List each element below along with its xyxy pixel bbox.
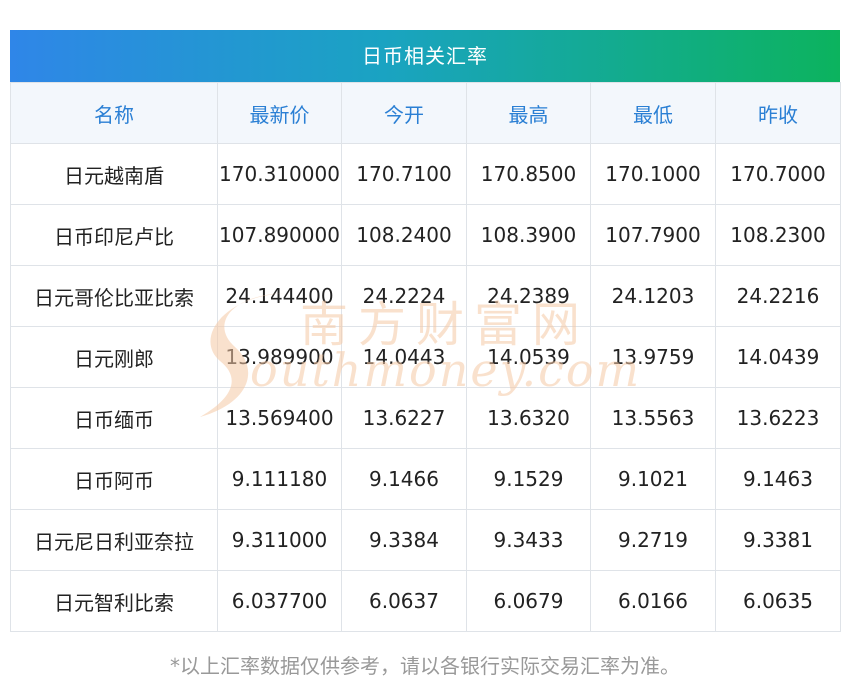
table-row: 日元哥伦比亚比索 24.144400 24.2224 24.2389 24.12… bbox=[10, 265, 841, 327]
cell-latest: 9.311000 bbox=[217, 509, 342, 571]
cell-open: 170.7100 bbox=[341, 143, 467, 205]
cell-high: 14.0539 bbox=[466, 326, 591, 388]
cell-prev-close: 13.6223 bbox=[715, 387, 841, 449]
table-row: 日币印尼卢比 107.890000 108.2400 108.3900 107.… bbox=[10, 204, 841, 266]
cell-prev-close: 108.2300 bbox=[715, 204, 841, 266]
cell-currency-name: 日元哥伦比亚比索 bbox=[10, 265, 218, 327]
table-row: 日元刚郎 13.989900 14.0443 14.0539 13.9759 1… bbox=[10, 326, 841, 388]
rates-table: 名称 最新价 今开 最高 最低 昨收 日元越南盾 170.310000 170.… bbox=[10, 82, 841, 632]
header-open: 今开 bbox=[341, 82, 467, 144]
cell-currency-name: 日元越南盾 bbox=[10, 143, 218, 205]
cell-open: 108.2400 bbox=[341, 204, 467, 266]
cell-open: 14.0443 bbox=[341, 326, 467, 388]
cell-currency-name: 日币阿币 bbox=[10, 448, 218, 510]
cell-low: 24.1203 bbox=[590, 265, 716, 327]
cell-prev-close: 24.2216 bbox=[715, 265, 841, 327]
cell-latest: 9.111180 bbox=[217, 448, 342, 510]
table-row: 日元越南盾 170.310000 170.7100 170.8500 170.1… bbox=[10, 143, 841, 205]
cell-open: 6.0637 bbox=[341, 570, 467, 632]
header-name: 名称 bbox=[10, 82, 218, 144]
cell-high: 9.1529 bbox=[466, 448, 591, 510]
header-high: 最高 bbox=[466, 82, 591, 144]
cell-high: 13.6320 bbox=[466, 387, 591, 449]
cell-currency-name: 日币缅币 bbox=[10, 387, 218, 449]
cell-low: 170.1000 bbox=[590, 143, 716, 205]
cell-open: 9.3384 bbox=[341, 509, 467, 571]
cell-high: 24.2389 bbox=[466, 265, 591, 327]
cell-latest: 107.890000 bbox=[217, 204, 342, 266]
cell-low: 9.2719 bbox=[590, 509, 716, 571]
table-title: 日币相关汇率 bbox=[10, 30, 840, 82]
cell-currency-name: 日币印尼卢比 bbox=[10, 204, 218, 266]
cell-currency-name: 日元智利比索 bbox=[10, 570, 218, 632]
cell-prev-close: 14.0439 bbox=[715, 326, 841, 388]
cell-latest: 24.144400 bbox=[217, 265, 342, 327]
cell-currency-name: 日元尼日利亚奈拉 bbox=[10, 509, 218, 571]
header-latest: 最新价 bbox=[217, 82, 342, 144]
cell-prev-close: 9.1463 bbox=[715, 448, 841, 510]
cell-latest: 13.989900 bbox=[217, 326, 342, 388]
cell-prev-close: 170.7000 bbox=[715, 143, 841, 205]
cell-low: 13.9759 bbox=[590, 326, 716, 388]
header-prev-close: 昨收 bbox=[715, 82, 841, 144]
rates-card: 日币相关汇率 名称 最新价 今开 最高 最低 昨收 日元越南盾 170.3100… bbox=[10, 30, 841, 632]
cell-open: 13.6227 bbox=[341, 387, 467, 449]
cell-low: 9.1021 bbox=[590, 448, 716, 510]
table-row: 日元尼日利亚奈拉 9.311000 9.3384 9.3433 9.2719 9… bbox=[10, 509, 841, 571]
table-row: 日币阿币 9.111180 9.1466 9.1529 9.1021 9.146… bbox=[10, 448, 841, 510]
table-row: 日币缅币 13.569400 13.6227 13.6320 13.5563 1… bbox=[10, 387, 841, 449]
table-row: 日元智利比索 6.037700 6.0637 6.0679 6.0166 6.0… bbox=[10, 570, 841, 632]
cell-latest: 13.569400 bbox=[217, 387, 342, 449]
disclaimer-footnote: *以上汇率数据仅供参考，请以各银行实际交易汇率为准。 bbox=[170, 654, 680, 678]
cell-low: 107.7900 bbox=[590, 204, 716, 266]
cell-latest: 170.310000 bbox=[217, 143, 342, 205]
cell-low: 6.0166 bbox=[590, 570, 716, 632]
cell-currency-name: 日元刚郎 bbox=[10, 326, 218, 388]
cell-prev-close: 6.0635 bbox=[715, 570, 841, 632]
cell-high: 9.3433 bbox=[466, 509, 591, 571]
cell-prev-close: 9.3381 bbox=[715, 509, 841, 571]
cell-open: 24.2224 bbox=[341, 265, 467, 327]
cell-high: 170.8500 bbox=[466, 143, 591, 205]
header-row: 名称 最新价 今开 最高 最低 昨收 bbox=[10, 82, 841, 144]
cell-open: 9.1466 bbox=[341, 448, 467, 510]
cell-latest: 6.037700 bbox=[217, 570, 342, 632]
cell-high: 108.3900 bbox=[466, 204, 591, 266]
header-low: 最低 bbox=[590, 82, 716, 144]
cell-high: 6.0679 bbox=[466, 570, 591, 632]
cell-low: 13.5563 bbox=[590, 387, 716, 449]
